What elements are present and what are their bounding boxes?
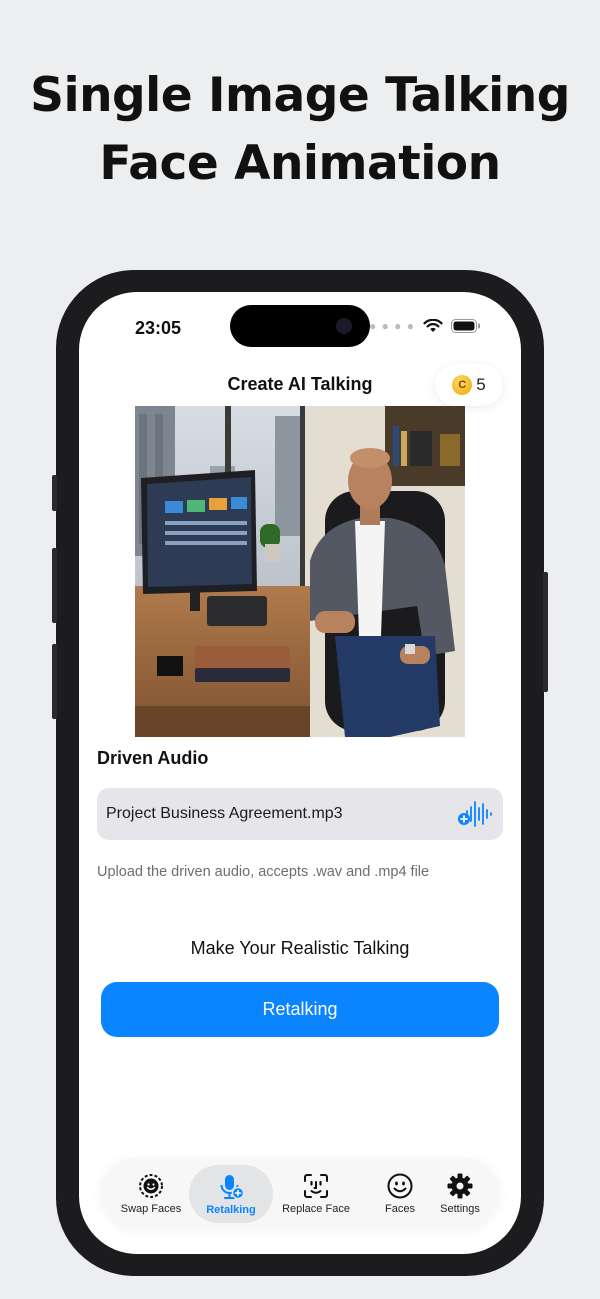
wifi-icon <box>423 319 443 332</box>
signal-icon: ● ● ● ● <box>369 319 415 333</box>
audio-file-field[interactable]: Project Business Agreement.mp3 <box>97 788 503 840</box>
tab-swap-faces[interactable]: Swap Faces <box>109 1158 193 1228</box>
tab-replace-face[interactable]: Replace Face <box>267 1158 365 1228</box>
tab-label-swap-faces: Swap Faces <box>120 1202 182 1215</box>
power-button <box>543 572 548 692</box>
add-audio-waveform-icon[interactable] <box>457 799 493 829</box>
mute-switch <box>52 475 57 511</box>
coin-count: 5 <box>476 375 486 394</box>
app-screen: 23:05 ● ● ● ● Create AI Talking C 5 Driv… <box>79 292 521 1254</box>
smiley-icon <box>387 1173 413 1198</box>
tab-bar: Swap Faces Retalking Replace Face Faces … <box>101 1158 499 1228</box>
dynamic-island <box>230 305 370 347</box>
audio-hint: Upload the driven audio, accepts .wav an… <box>97 864 430 880</box>
status-icons: ● ● ● ● <box>369 319 481 333</box>
mic-add-icon <box>220 1174 245 1199</box>
promo-headline: Single Image Talking Face Animation <box>0 62 600 198</box>
battery-icon <box>451 319 480 333</box>
camera-icon <box>336 318 352 334</box>
tab-label-replace-face: Replace Face <box>282 1202 350 1215</box>
coin-icon: C <box>452 375 473 395</box>
gear-icon <box>447 1173 473 1198</box>
headline-line-1: Single Image Talking <box>30 68 570 123</box>
swap-faces-icon <box>139 1173 163 1198</box>
office-portrait-illustration <box>135 406 465 737</box>
volume-down-button <box>52 644 57 719</box>
tab-label-settings: Settings <box>440 1202 480 1215</box>
action-heading: Make Your Realistic Talking <box>190 938 410 958</box>
source-face-image[interactable] <box>135 406 465 737</box>
volume-up-button <box>52 548 57 623</box>
headline-line-2: Face Animation <box>99 136 501 191</box>
status-time: 23:05 <box>135 318 182 338</box>
tab-settings[interactable]: Settings <box>427 1158 493 1228</box>
tab-label-faces: Faces <box>385 1202 415 1215</box>
retalking-button[interactable]: Retalking <box>101 982 499 1037</box>
driven-audio-title: Driven Audio <box>97 748 209 768</box>
tab-faces[interactable]: Faces <box>365 1158 435 1228</box>
tab-label-retalking: Retalking <box>206 1203 256 1216</box>
coin-balance-button[interactable]: C 5 <box>435 364 503 406</box>
face-scan-icon <box>304 1173 328 1198</box>
audio-file-name: Project Business Agreement.mp3 <box>106 805 343 822</box>
tab-retalking[interactable]: Retalking <box>189 1165 273 1223</box>
